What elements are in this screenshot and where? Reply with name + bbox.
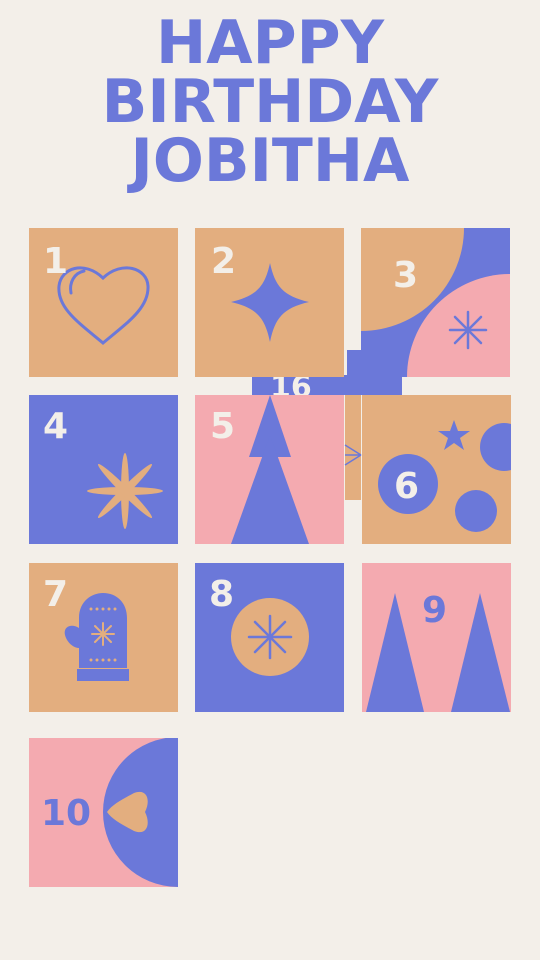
twin-trees-icon bbox=[366, 593, 510, 712]
tile-7[interactable]: 7 bbox=[29, 563, 178, 712]
tile-8[interactable]: 8 bbox=[195, 563, 344, 712]
tile-1[interactable]: 1 bbox=[29, 228, 178, 377]
tile-1-number: 1 bbox=[43, 241, 69, 282]
ornament-dots-icon bbox=[378, 420, 511, 532]
tile-10[interactable]: 10 bbox=[29, 738, 178, 887]
tile-6[interactable]: 6 bbox=[362, 395, 511, 544]
tile-8-number: 8 bbox=[209, 574, 235, 615]
tile-10-number: 10 bbox=[41, 793, 92, 834]
tile-7-number: 7 bbox=[43, 574, 69, 615]
tile-5[interactable]: 5 bbox=[195, 395, 344, 544]
title-line-1: HAPPY bbox=[155, 8, 385, 78]
tile-4[interactable]: 4 bbox=[29, 395, 178, 544]
title-line-2: BIRTHDAY bbox=[101, 67, 439, 137]
tile-2-number: 2 bbox=[211, 241, 237, 282]
tile-3[interactable]: 3 bbox=[361, 228, 510, 377]
tile-9[interactable]: 9 bbox=[362, 563, 511, 712]
tile-2[interactable]: 2 bbox=[195, 228, 344, 377]
tile-6-number: 6 bbox=[394, 466, 420, 507]
snowflake-icon bbox=[361, 228, 510, 377]
tile-4-number: 4 bbox=[43, 406, 69, 447]
page-title: HAPPY BIRTHDAY JOBITHA bbox=[0, 8, 540, 196]
tile-9-number: 9 bbox=[422, 590, 448, 631]
tile-5-number: 5 bbox=[210, 406, 236, 447]
title-line-3: JOBITHA bbox=[130, 126, 410, 196]
tile-3-number: 3 bbox=[393, 255, 419, 296]
